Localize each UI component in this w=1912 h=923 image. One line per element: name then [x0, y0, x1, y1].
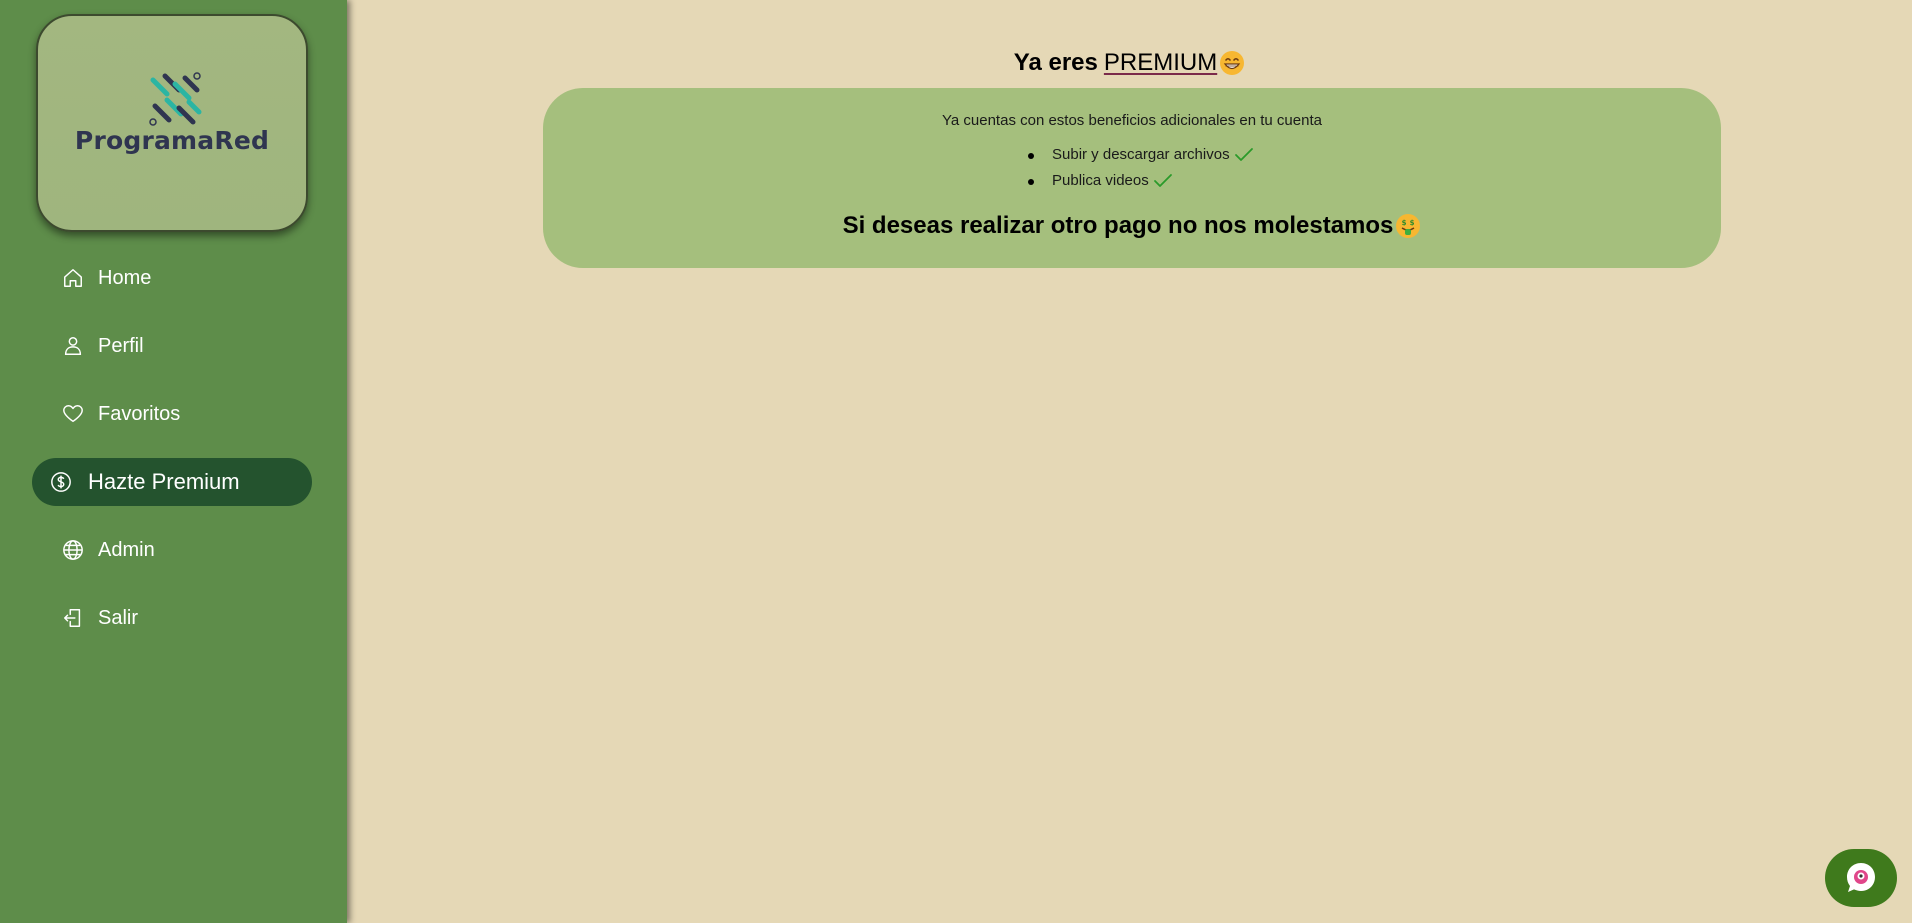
heart-icon: [62, 403, 84, 425]
home-icon: [62, 267, 84, 289]
logo-card[interactable]: ProgramaRed: [36, 14, 308, 232]
sidebar-item-favoritos[interactable]: Favoritos: [32, 390, 312, 438]
chat-button[interactable]: [1825, 849, 1897, 907]
check-icon: [1153, 174, 1172, 187]
title-prefix: Ya eres: [1013, 49, 1098, 76]
sidebar-item-label: Admin: [98, 538, 155, 561]
programared-logo-icon: [149, 72, 202, 126]
list-item: Subir y descargar archivos: [1028, 142, 1254, 168]
list-item: Publica videos: [1028, 168, 1254, 194]
payment-message: Si deseas realizar otro pago no nos mole…: [543, 212, 1721, 240]
sidebar-nav: Home Perfil Favoritos Hazte Premium Admi…: [32, 254, 312, 662]
sidebar-item-label: Salir: [98, 606, 139, 629]
sidebar-item-label: Perfil: [98, 334, 144, 357]
benefits-intro: Ya cuentas con estos beneficios adiciona…: [942, 112, 1322, 129]
dollar-circle-icon: [50, 471, 72, 493]
sidebar-item-admin[interactable]: Admin: [32, 526, 312, 574]
sidebar: ProgramaRed Home Perfil Favoritos Hazte …: [0, 0, 347, 923]
benefit-label: Publica videos: [1052, 172, 1149, 189]
money-mouth-face-emoji-icon: $ $: [1396, 214, 1421, 238]
logout-icon: [62, 607, 84, 629]
svg-text:$: $: [1402, 219, 1407, 227]
sidebar-item-perfil[interactable]: Perfil: [32, 322, 312, 370]
brand-name: ProgramaRed: [74, 126, 270, 155]
page-title: Ya eres PREMIUM: [347, 49, 1912, 77]
chat-bubble-icon: [1847, 863, 1875, 892]
sidebar-item-label: Hazte Premium: [88, 469, 240, 494]
sidebar-item-hazte-premium[interactable]: Hazte Premium: [32, 458, 312, 506]
sidebar-item-label: Favoritos: [98, 402, 181, 425]
user-icon: [62, 335, 84, 357]
benefit-label: Subir y descargar archivos: [1052, 146, 1230, 163]
svg-text:$: $: [1410, 219, 1415, 227]
title-premium: PREMIUM: [1103, 49, 1218, 76]
grinning-face-emoji-icon: [1220, 51, 1245, 75]
sidebar-item-label: Home: [98, 266, 152, 289]
benefits-list: Subir y descargar archivos Publica video…: [1028, 142, 1254, 194]
check-icon: [1234, 148, 1253, 161]
premium-benefits-card: Ya cuentas con estos beneficios adiciona…: [543, 88, 1721, 268]
globe-icon: [62, 539, 84, 561]
sidebar-item-salir[interactable]: Salir: [32, 594, 312, 642]
payment-message-text: Si deseas realizar otro pago no nos mole…: [842, 212, 1394, 239]
sidebar-item-home[interactable]: Home: [32, 254, 312, 302]
